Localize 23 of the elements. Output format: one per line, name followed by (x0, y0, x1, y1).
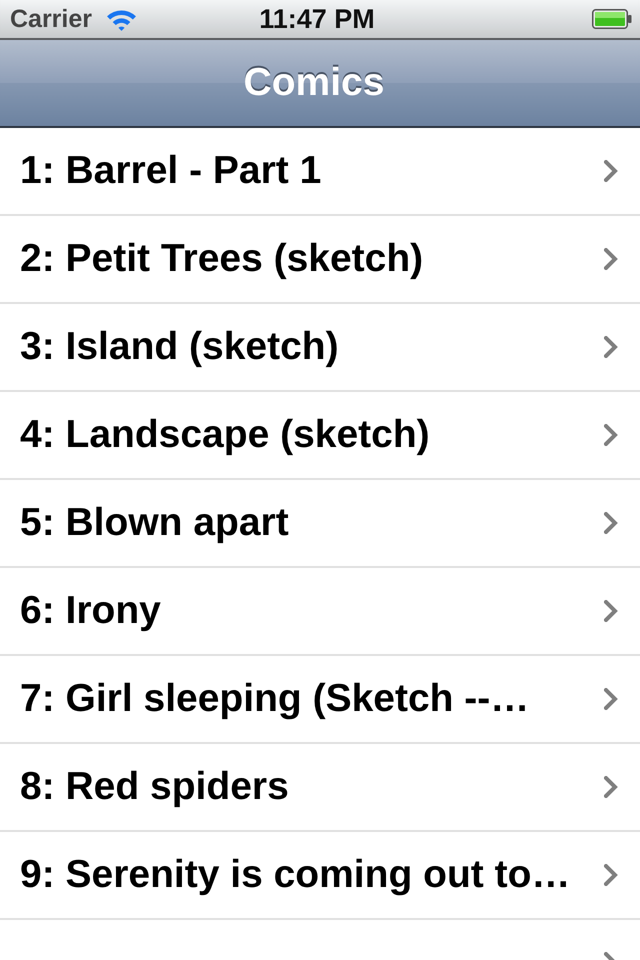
list-item[interactable]: 6: Irony (0, 568, 640, 656)
status-time: 11:47 PM (259, 4, 375, 34)
list-item[interactable]: 3: Island (sketch) (0, 304, 640, 392)
list-item[interactable]: 8: Red spiders (0, 744, 640, 832)
list-item[interactable]: 7: Girl sleeping (Sketch --… (0, 656, 640, 744)
wifi-icon (106, 8, 137, 30)
carrier-name: Carrier (10, 4, 92, 34)
list-item[interactable]: 9: Serenity is coming out to… (0, 832, 640, 920)
chevron-icon (604, 600, 618, 622)
list-item[interactable]: 1: Barrel - Part 1 (0, 128, 640, 216)
list-item[interactable]: 5: Blown apart (0, 480, 640, 568)
list-item[interactable]: 2: Petit Trees (sketch) (0, 216, 640, 304)
chevron-icon (604, 248, 618, 270)
chevron-icon (604, 424, 618, 446)
nav-title: Comics (244, 61, 384, 105)
list-item[interactable]: 4: Landscape (sketch) (0, 392, 640, 480)
chevron-icon (604, 160, 618, 182)
chevron-icon (604, 512, 618, 534)
chevron-icon (604, 864, 618, 886)
battery-icon (592, 9, 632, 29)
chevron-icon (604, 776, 618, 798)
chevron-icon (604, 336, 618, 358)
chevron-icon (604, 688, 618, 710)
